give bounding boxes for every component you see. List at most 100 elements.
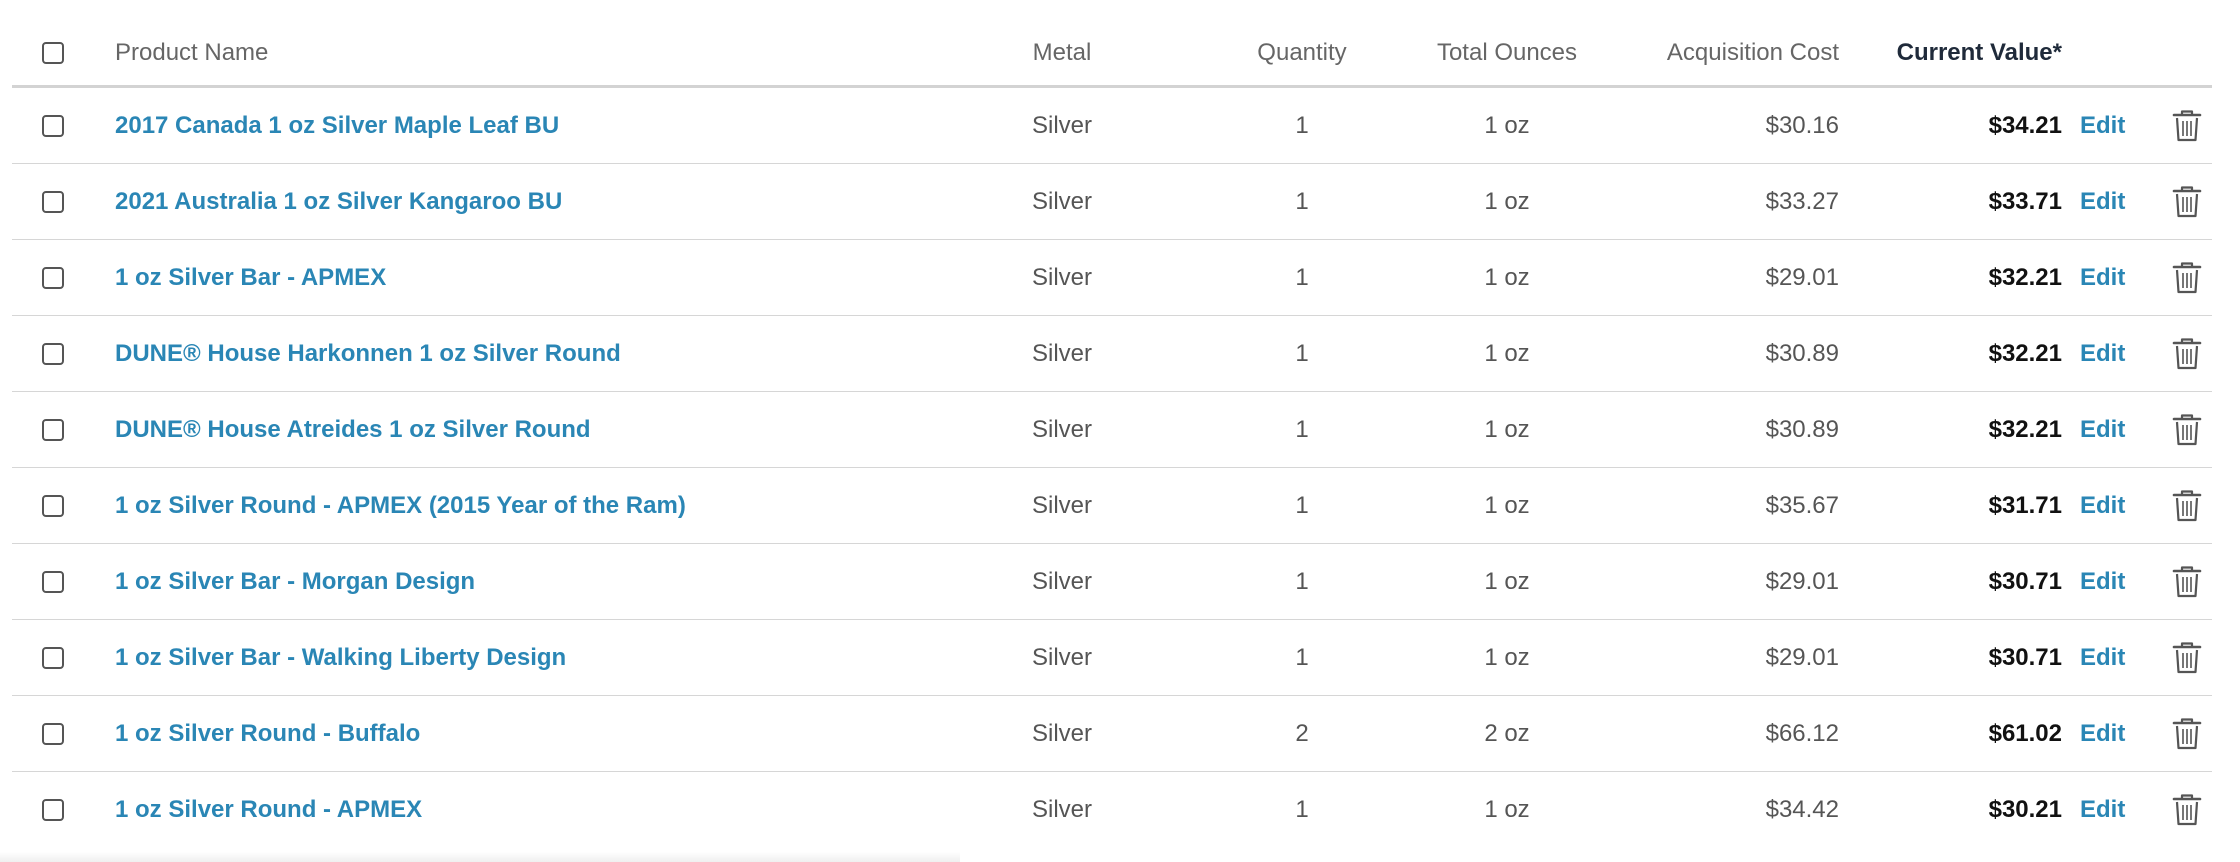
trash-icon[interactable] [2172, 413, 2202, 447]
row-checkbox-cell [42, 772, 72, 848]
total-ounces-cell: 1 oz [1484, 187, 1530, 215]
edit-link[interactable]: Edit [2080, 796, 2125, 824]
row-select-checkbox[interactable] [42, 114, 64, 137]
edit-link[interactable]: Edit [2080, 188, 2125, 216]
table-row: 1 oz Silver Round - Buffalo Silver 2 2 o… [12, 696, 2212, 772]
trash-icon[interactable] [2172, 793, 2202, 827]
table-row: DUNE® House Harkonnen 1 oz Silver Round … [12, 316, 2212, 392]
header-total-ounces[interactable]: Total Ounces [1412, 0, 1602, 85]
total-ounces-cell: 1 oz [1484, 339, 1530, 367]
edit-link[interactable]: Edit [2080, 720, 2125, 748]
metal-cell: Silver [1031, 111, 1092, 139]
row-select-checkbox[interactable] [42, 646, 64, 669]
trash-icon[interactable] [2172, 717, 2202, 751]
delete-cell [2162, 468, 2212, 543]
quantity-cell: 1 [1295, 643, 1309, 671]
current-value-cell: $32.21 [1988, 415, 2062, 443]
metal-cell: Silver [1031, 567, 1092, 595]
trash-icon[interactable] [2172, 185, 2202, 219]
product-name-link[interactable]: 2021 Australia 1 oz Silver Kangaroo BU [115, 188, 562, 216]
current-value-cell: $33.71 [1988, 187, 2062, 215]
header-checkbox-cell [42, 0, 72, 85]
acquisition-cost-cell: $30.89 [1765, 339, 1839, 367]
quantity-cell: 1 [1295, 415, 1309, 443]
product-name-link[interactable]: 1 oz Silver Round - Buffalo [115, 720, 420, 748]
edit-link[interactable]: Edit [2080, 568, 2125, 596]
delete-cell [2162, 620, 2212, 695]
metal-cell: Silver [1031, 491, 1092, 519]
header-product-name[interactable]: Product Name [115, 0, 268, 85]
table-row: 1 oz Silver Round - APMEX (2015 Year of … [12, 468, 2212, 544]
table-row: DUNE® House Atreides 1 oz Silver Round S… [12, 392, 2212, 468]
quantity-cell: 1 [1295, 796, 1309, 823]
header-quantity[interactable]: Quantity [1242, 0, 1362, 85]
edit-cell: Edit [2072, 544, 2142, 619]
trash-icon[interactable] [2172, 337, 2202, 371]
current-value-cell: $32.21 [1988, 263, 2062, 291]
row-select-checkbox[interactable] [42, 570, 64, 593]
row-select-checkbox[interactable] [42, 342, 64, 365]
header-acquisition-cost[interactable]: Acquisition Cost [1632, 0, 1839, 85]
row-checkbox-cell [42, 240, 72, 315]
acquisition-cost-cell: $29.01 [1765, 643, 1839, 671]
row-select-checkbox[interactable] [42, 266, 64, 289]
product-name-cell: 1 oz Silver Round - APMEX [115, 772, 422, 848]
edit-cell: Edit [2072, 696, 2142, 771]
product-name-link[interactable]: 1 oz Silver Round - APMEX (2015 Year of … [115, 492, 686, 520]
trash-icon[interactable] [2172, 565, 2202, 599]
product-name-link[interactable]: 1 oz Silver Bar - Morgan Design [115, 568, 475, 596]
product-name-cell: 1 oz Silver Round - APMEX (2015 Year of … [115, 468, 686, 543]
select-all-checkbox[interactable] [42, 41, 64, 64]
product-name-link[interactable]: DUNE® House Harkonnen 1 oz Silver Round [115, 340, 621, 368]
product-name-link[interactable]: 1 oz Silver Bar - Walking Liberty Design [115, 644, 566, 672]
product-name-link[interactable]: 1 oz Silver Bar - APMEX [115, 264, 386, 292]
row-checkbox-cell [42, 88, 72, 163]
delete-cell [2162, 316, 2212, 391]
table-body: 2017 Canada 1 oz Silver Maple Leaf BU Si… [12, 88, 2212, 848]
trash-icon[interactable] [2172, 489, 2202, 523]
edit-cell: Edit [2072, 316, 2142, 391]
edit-cell: Edit [2072, 88, 2142, 163]
trash-icon[interactable] [2172, 109, 2202, 143]
total-ounces-cell: 1 oz [1484, 415, 1530, 443]
row-checkbox-cell [42, 164, 72, 239]
row-select-checkbox[interactable] [42, 418, 64, 441]
total-ounces-cell: 1 oz [1484, 643, 1530, 671]
edit-link[interactable]: Edit [2080, 644, 2125, 672]
total-ounces-cell: 2 oz [1484, 719, 1530, 747]
edit-link[interactable]: Edit [2080, 492, 2125, 520]
metal-cell: Silver [1031, 415, 1092, 443]
delete-cell [2162, 240, 2212, 315]
total-ounces-cell: 1 oz [1484, 263, 1530, 291]
row-select-checkbox[interactable] [42, 190, 64, 213]
edit-link[interactable]: Edit [2080, 340, 2125, 368]
row-select-checkbox[interactable] [42, 494, 64, 517]
row-select-checkbox[interactable] [42, 799, 64, 821]
acquisition-cost-cell: $33.27 [1765, 187, 1839, 215]
trash-icon[interactable] [2172, 261, 2202, 295]
product-name-link[interactable]: 2017 Canada 1 oz Silver Maple Leaf BU [115, 112, 559, 140]
edit-link[interactable]: Edit [2080, 264, 2125, 292]
metal-cell: Silver [1031, 796, 1092, 823]
delete-cell [2162, 696, 2212, 771]
row-select-checkbox[interactable] [42, 722, 64, 745]
delete-cell [2162, 772, 2212, 848]
edit-link[interactable]: Edit [2080, 416, 2125, 444]
acquisition-cost-cell: $30.89 [1765, 415, 1839, 443]
edit-link[interactable]: Edit [2080, 112, 2125, 140]
product-name-link[interactable]: DUNE® House Atreides 1 oz Silver Round [115, 416, 591, 444]
quantity-cell: 1 [1295, 567, 1309, 595]
acquisition-cost-cell: $66.12 [1765, 719, 1839, 747]
current-value-cell: $32.21 [1988, 339, 2062, 367]
acquisition-cost-cell: $30.16 [1765, 111, 1839, 139]
metal-cell: Silver [1031, 339, 1092, 367]
header-current-value[interactable]: Current Value* [1852, 0, 2062, 85]
table-row: 2017 Canada 1 oz Silver Maple Leaf BU Si… [12, 88, 2212, 164]
edit-cell: Edit [2072, 240, 2142, 315]
product-name-link[interactable]: 1 oz Silver Round - APMEX [115, 796, 422, 824]
header-metal[interactable]: Metal [1012, 0, 1112, 85]
edit-cell: Edit [2072, 620, 2142, 695]
edit-cell: Edit [2072, 468, 2142, 543]
trash-icon[interactable] [2172, 641, 2202, 675]
table-row: 1 oz Silver Bar - Morgan Design Silver 1… [12, 544, 2212, 620]
